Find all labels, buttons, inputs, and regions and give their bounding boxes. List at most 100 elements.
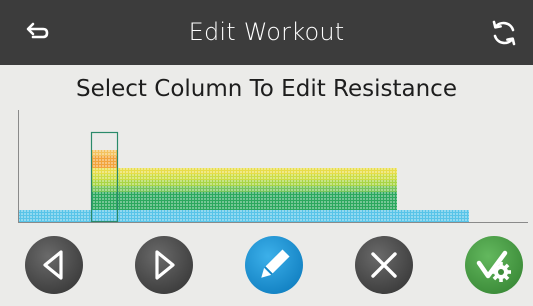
profile-column[interactable] [46, 210, 55, 222]
profile-column[interactable] [109, 150, 118, 222]
segment-texture [199, 216, 208, 222]
profile-column[interactable] [415, 210, 424, 222]
segment-texture [226, 186, 235, 192]
segment-texture [235, 174, 244, 180]
segment-texture [199, 198, 208, 204]
segment-texture [154, 192, 163, 198]
profile-column[interactable] [343, 168, 352, 222]
segment-texture [370, 192, 379, 198]
segment-texture [73, 216, 82, 222]
segment-texture [199, 210, 208, 216]
profile-column[interactable] [253, 168, 262, 222]
profile-column[interactable] [154, 168, 163, 222]
segment-texture [190, 210, 199, 216]
previous-button[interactable] [25, 236, 83, 294]
profile-column[interactable] [64, 210, 73, 222]
profile-column[interactable] [199, 168, 208, 222]
profile-column[interactable] [181, 168, 190, 222]
segment-texture [199, 186, 208, 192]
profile-column[interactable] [226, 168, 235, 222]
segment-texture [388, 180, 397, 186]
profile-column[interactable] [163, 168, 172, 222]
profile-column[interactable] [397, 210, 406, 222]
segment-texture [100, 192, 109, 198]
segment-texture [199, 192, 208, 198]
profile-column[interactable] [442, 210, 451, 222]
profile-column[interactable] [19, 210, 28, 222]
profile-column[interactable] [379, 168, 388, 222]
segment-texture [118, 210, 127, 216]
profile-column[interactable] [217, 168, 226, 222]
profile-column[interactable] [334, 168, 343, 222]
segment-texture [217, 174, 226, 180]
segment-texture [127, 210, 136, 216]
segment-texture [154, 216, 163, 222]
segment-texture [109, 186, 118, 192]
segment-texture [154, 186, 163, 192]
save-button[interactable] [465, 236, 523, 294]
profile-column[interactable] [460, 210, 469, 222]
segment-texture [271, 198, 280, 204]
profile-column[interactable] [325, 168, 334, 222]
segment-texture [127, 186, 136, 192]
profile-column[interactable] [388, 168, 397, 222]
profile-column[interactable] [118, 168, 127, 222]
profile-column[interactable] [208, 168, 217, 222]
segment-texture [298, 192, 307, 198]
profile-column[interactable] [424, 210, 433, 222]
profile-column[interactable] [316, 168, 325, 222]
profile-column[interactable] [370, 168, 379, 222]
segment-texture [217, 204, 226, 210]
profile-column[interactable] [244, 168, 253, 222]
profile-column[interactable] [406, 210, 415, 222]
profile-column[interactable] [82, 210, 91, 222]
profile-column[interactable] [433, 210, 442, 222]
next-button[interactable] [135, 236, 193, 294]
segment-texture [235, 192, 244, 198]
segment-texture [361, 180, 370, 186]
segment-texture [190, 192, 199, 198]
profile-column[interactable] [298, 168, 307, 222]
profile-column[interactable] [280, 168, 289, 222]
segment-texture [118, 174, 127, 180]
profile-column[interactable] [145, 168, 154, 222]
profile-column[interactable] [73, 210, 82, 222]
profile-column[interactable] [352, 168, 361, 222]
edit-button[interactable] [245, 236, 303, 294]
segment-texture [190, 198, 199, 204]
profile-column[interactable] [28, 210, 37, 222]
profile-column[interactable] [451, 210, 460, 222]
segment-texture [388, 168, 397, 174]
segment-texture [136, 216, 145, 222]
profile-column[interactable] [307, 168, 316, 222]
profile-column[interactable] [271, 168, 280, 222]
segment-texture [325, 204, 334, 210]
segment-texture [307, 186, 316, 192]
triangle-right-icon [155, 250, 175, 280]
profile-column[interactable] [100, 150, 109, 222]
segment-texture [118, 180, 127, 186]
profile-column[interactable] [289, 168, 298, 222]
profile-column[interactable] [190, 168, 199, 222]
segment-texture [307, 210, 316, 216]
segment-texture [343, 180, 352, 186]
profile-column[interactable] [235, 168, 244, 222]
profile-column[interactable] [55, 210, 64, 222]
profile-column[interactable] [361, 168, 370, 222]
profile-column[interactable] [91, 150, 100, 222]
profile-column[interactable] [127, 168, 136, 222]
profile-column[interactable] [37, 210, 46, 222]
profile-column[interactable] [172, 168, 181, 222]
segment-texture [181, 210, 190, 216]
profile-column[interactable] [136, 168, 145, 222]
segment-texture [226, 192, 235, 198]
segment-texture [217, 186, 226, 192]
segment-texture [172, 192, 181, 198]
segment-texture [280, 216, 289, 222]
segment-texture [208, 210, 217, 216]
segment-texture [109, 174, 118, 180]
cancel-button[interactable] [355, 236, 413, 294]
profile-column[interactable] [262, 168, 271, 222]
segment-texture [280, 174, 289, 180]
segment-texture [316, 192, 325, 198]
